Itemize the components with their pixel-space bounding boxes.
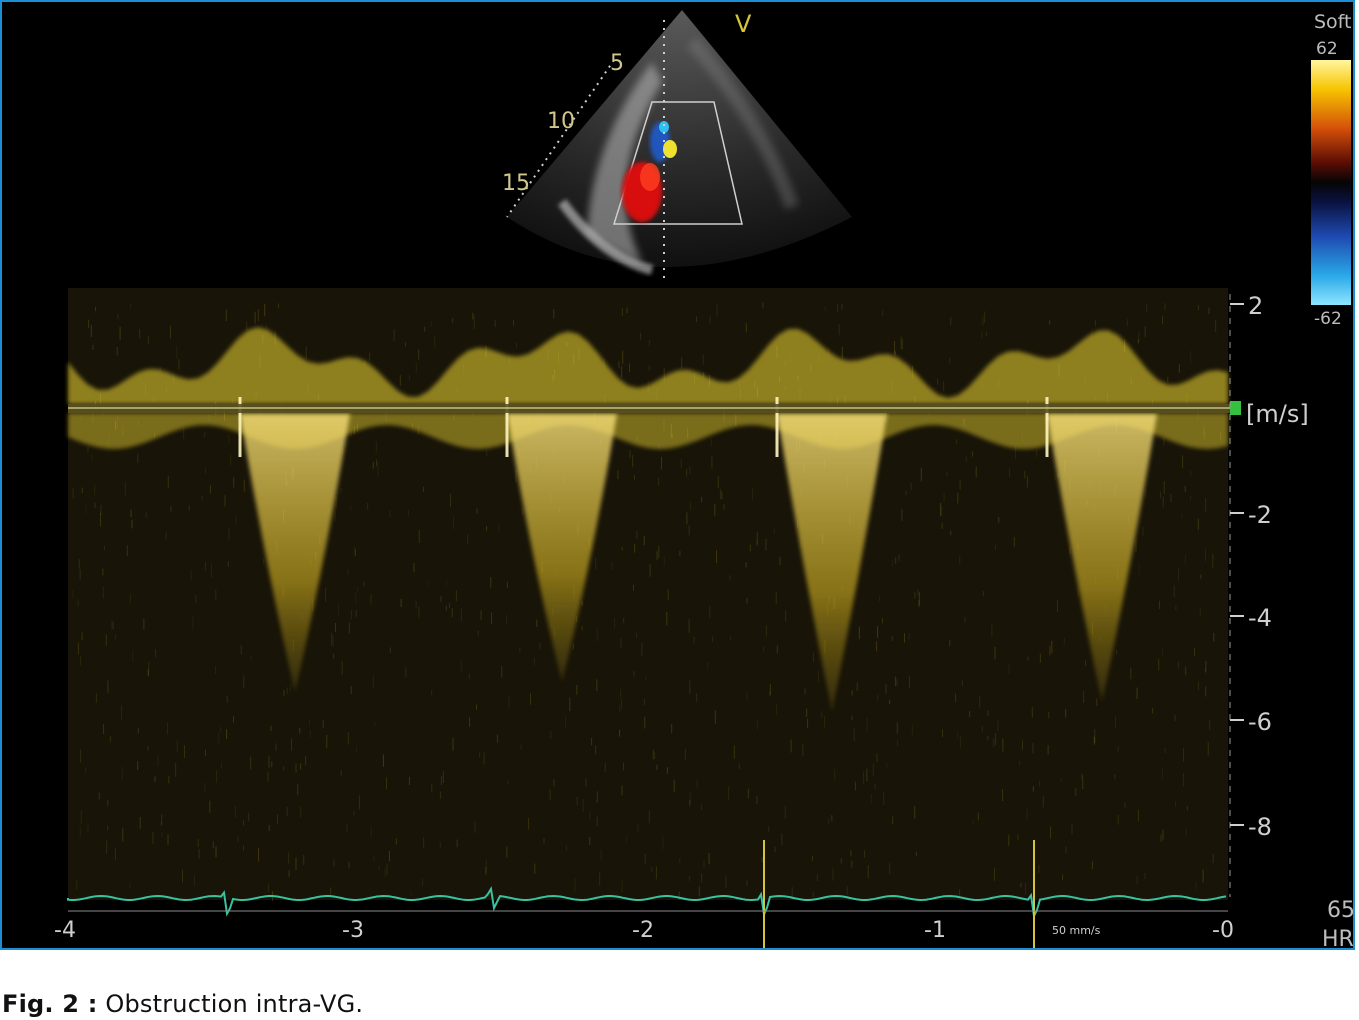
- y-tick-label: -6: [1248, 708, 1272, 736]
- colorbar-max: 62: [1316, 39, 1338, 59]
- figure-caption: Fig. 2 : Obstruction intra-VG.: [2, 990, 363, 1018]
- baseline-marker: [1230, 401, 1241, 415]
- colorbar-label: Soft: [1314, 11, 1352, 33]
- velocity-axis: 2 -2 -4 -6 -8: [1230, 292, 1272, 841]
- depth-marker-15: 15: [502, 171, 530, 196]
- x-tick-label: -2: [632, 918, 654, 943]
- depth-marker-5: 5: [610, 51, 624, 76]
- y-tick-label: -2: [1248, 501, 1272, 529]
- y-tick-label: -4: [1248, 604, 1272, 632]
- y-tick-label: 2: [1248, 292, 1263, 320]
- x-tick-label: -3: [342, 918, 364, 943]
- y-tick-label: -8: [1248, 813, 1272, 841]
- x-tick-label: -1: [924, 918, 946, 943]
- echo-figure-frame: V 5 10 15 Soft 62 -62 2 -2 -4 -6 -8 [m/s…: [0, 0, 1355, 952]
- probe-marker: V: [735, 10, 752, 38]
- hr-label: HR: [1322, 927, 1354, 952]
- sweep-speed: 50 mm/s: [1052, 924, 1101, 937]
- echo-image: V 5 10 15 Soft 62 -62 2 -2 -4 -6 -8 [m/s…: [54, 10, 1355, 952]
- caption-text: Obstruction intra-VG.: [105, 990, 364, 1018]
- x-tick-label: -4: [54, 918, 76, 943]
- x-tick-label: -0: [1212, 918, 1234, 943]
- hr-value: 65: [1327, 898, 1355, 923]
- sector-image: [506, 10, 852, 284]
- colorbar-min: -62: [1314, 309, 1342, 329]
- depth-marker-10: 10: [547, 109, 575, 134]
- caption-prefix: Fig. 2 :: [2, 990, 98, 1018]
- colorbar: [1311, 60, 1351, 305]
- velocity-unit: [m/s]: [1246, 400, 1309, 428]
